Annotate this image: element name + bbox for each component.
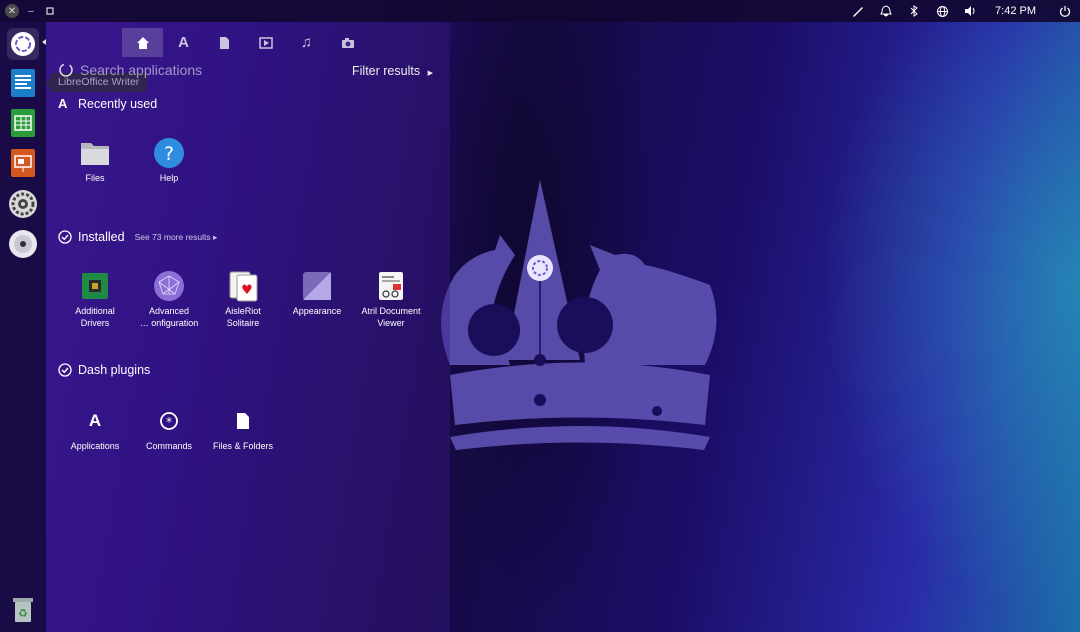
applications-lens-icon[interactable]: A: [163, 28, 204, 57]
close-icon[interactable]: ✕: [5, 4, 19, 18]
files-lens-icon[interactable]: [204, 28, 245, 57]
app-tile-files[interactable]: Files: [58, 137, 132, 185]
tile-label: Files & Folders: [212, 441, 274, 451]
file-icon: [227, 405, 259, 437]
music-lens-icon[interactable]: ♫: [286, 28, 327, 57]
photo-lens-icon[interactable]: [327, 28, 368, 57]
document-viewer-icon: [375, 270, 407, 302]
app-tile-atril-document-viewer[interactable]: Atril Document Viewer: [354, 270, 428, 329]
power-icon[interactable]: [1058, 4, 1072, 18]
svg-text:?: ?: [164, 143, 174, 165]
commands-icon: *: [153, 405, 185, 437]
check-circle-icon: [58, 230, 72, 244]
plugins-section-header[interactable]: Dash plugins: [58, 363, 150, 377]
app-tile-help[interactable]: ? Help: [132, 137, 206, 185]
volume-icon[interactable]: [963, 4, 977, 18]
tile-label: Applications: [70, 441, 120, 451]
indicator-area: 7:42 PM: [851, 0, 1072, 22]
bluetooth-icon[interactable]: [907, 4, 921, 18]
installed-section-header[interactable]: Installed See 73 more results ▸: [58, 230, 217, 244]
section-title: Installed: [78, 230, 125, 244]
tile-label: Appearance: [292, 306, 342, 316]
apps-section-icon: A: [58, 96, 68, 111]
launcher: ♻: [0, 22, 46, 632]
applications-lens-icon: A: [88, 411, 102, 431]
search-input[interactable]: Search applications: [80, 62, 202, 78]
libreoffice-impress-icon[interactable]: [7, 147, 39, 179]
ubuntu-dash-icon[interactable]: [7, 28, 39, 60]
libreoffice-calc-icon[interactable]: [7, 107, 39, 139]
appearance-icon: [301, 270, 333, 302]
home-lens-icon[interactable]: [122, 28, 163, 57]
folder-icon: [79, 137, 111, 169]
plugin-tile-applications[interactable]: A Applications: [58, 405, 132, 453]
network-sphere-icon: [153, 270, 185, 302]
filter-results-button[interactable]: Filter results ▶: [352, 64, 433, 78]
tile-label: AisleRiot Solitaire: [225, 306, 261, 328]
recent-section-header[interactable]: A Recently used: [58, 96, 157, 111]
dash-overlay: A ♫ Search applications Filter results ▶…: [46, 22, 450, 632]
check-circle-icon: [58, 363, 72, 377]
search-spinner-icon: [59, 63, 73, 77]
app-tile-advanced-configuration[interactable]: Advanced … onfiguration: [132, 270, 206, 329]
libreoffice-writer-icon[interactable]: [7, 67, 39, 99]
svg-text:*: *: [166, 415, 172, 429]
wallpaper-glow: [820, 0, 1080, 632]
maximize-icon[interactable]: [43, 4, 57, 18]
app-tile-aisleriot-solitaire[interactable]: ♥ AisleRiot Solitaire: [206, 270, 280, 329]
bell-icon[interactable]: [879, 4, 893, 18]
tile-label: Commands: [145, 441, 192, 451]
svg-text:♥: ♥: [241, 283, 253, 298]
minimize-icon[interactable]: –: [24, 4, 38, 18]
plugin-tile-commands[interactable]: * Commands: [132, 405, 206, 453]
search-box[interactable]: Search applications: [58, 62, 202, 78]
pen-icon[interactable]: [851, 4, 865, 18]
tile-label: Advanced … onfiguration: [139, 306, 199, 328]
trash-icon[interactable]: ♻: [7, 594, 39, 626]
top-panel: ✕ – 7:42 PM: [0, 0, 1080, 22]
plugin-tile-files-folders[interactable]: Files & Folders: [206, 405, 280, 453]
lens-bar: A ♫: [122, 28, 368, 57]
app-tile-appearance[interactable]: Appearance: [280, 270, 354, 318]
chip-icon: [79, 270, 111, 302]
tile-label: Files: [85, 173, 105, 183]
section-title: Recently used: [78, 96, 158, 111]
triangle-right-icon: ▶: [427, 70, 433, 77]
svg-text:♻: ♻: [18, 607, 28, 620]
clock[interactable]: 7:42 PM: [995, 5, 1036, 17]
system-settings-icon[interactable]: [7, 188, 39, 220]
filter-results-label: Filter results: [352, 64, 421, 78]
app-tile-additional-drivers[interactable]: Additional Drivers: [58, 270, 132, 329]
see-more-results-link[interactable]: See 73 more results ▸: [135, 232, 218, 243]
wallpaper-crown: [441, 180, 717, 450]
help-icon: ?: [153, 137, 185, 169]
tile-label: Atril Document Viewer: [361, 306, 421, 328]
tile-label: Additional Drivers: [75, 306, 115, 328]
network-globe-icon[interactable]: [935, 4, 949, 18]
section-title: Dash plugins: [78, 363, 151, 377]
playing-cards-icon: ♥: [227, 270, 259, 302]
tile-label: Help: [159, 173, 179, 183]
disc-icon[interactable]: [7, 228, 39, 260]
video-lens-icon[interactable]: [245, 28, 286, 57]
